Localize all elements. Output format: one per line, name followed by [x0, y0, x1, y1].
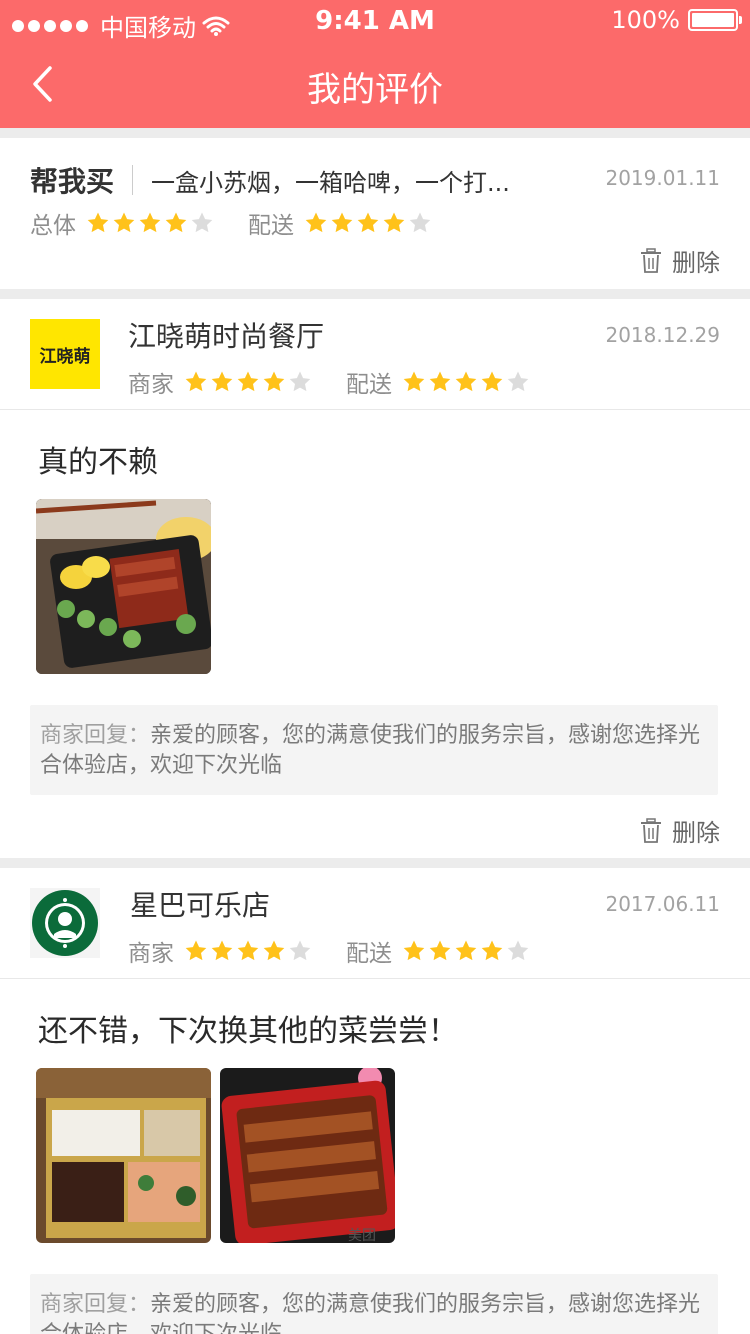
order-desc: 一盒小苏烟，一箱哈啤，一个打...	[151, 168, 510, 197]
star-icon	[454, 939, 478, 963]
merchant-reply: 商家回复：亲爱的顾客，您的满意使我们的服务宗旨，感谢您选择光合体验店，欢迎下次光…	[30, 705, 718, 795]
star-icon	[210, 939, 234, 963]
card-1-title-row: 帮我买 一盒小苏烟，一箱哈啤，一个打...	[30, 160, 510, 200]
trash-icon	[641, 817, 661, 843]
star-icon	[262, 939, 286, 963]
delete-label: 删除	[672, 819, 720, 847]
review-text: 真的不赖	[38, 445, 158, 480]
shop-name[interactable]: 江晓萌时尚餐厅	[128, 315, 324, 355]
review-text: 还不错，下次换其他的菜尝尝！	[38, 1014, 458, 1049]
bento-photo-image	[36, 1068, 211, 1243]
star-icon	[428, 939, 452, 963]
star-icon	[480, 370, 504, 394]
nav-bar: 我的评价	[0, 40, 750, 128]
star-icon	[402, 939, 426, 963]
review-date: 2017.06.11	[605, 892, 720, 916]
eel-rice-photo-image: 美团	[220, 1068, 395, 1243]
review-date: 2018.12.29	[605, 323, 720, 347]
rating-delivery-stars	[402, 370, 530, 394]
rating-overall-label: 总体	[30, 213, 76, 239]
page-title: 我的评价	[307, 70, 443, 110]
rating-delivery-label: 配送	[346, 941, 392, 967]
battery-percent: 100%	[611, 6, 680, 34]
card-2-rating-row: 商家 配送	[128, 365, 530, 399]
star-icon	[506, 370, 530, 394]
star-icon	[86, 211, 110, 235]
photo-watermark: 美团	[348, 1228, 376, 1243]
review-date: 2019.01.11	[605, 166, 720, 190]
rating-delivery-label: 配送	[248, 213, 294, 239]
star-icon	[262, 370, 286, 394]
delete-button[interactable]: 删除	[640, 813, 720, 848]
review-photo-1[interactable]	[36, 1068, 211, 1243]
star-icon	[184, 370, 208, 394]
review-card-2: 江晓萌 江晓萌时尚餐厅 2018.12.29 商家 配送 真的不赖 商家回复：亲…	[0, 299, 750, 858]
review-card-3: 星巴可乐店 2017.06.11 商家 配送 还不错，下次换其他的菜尝尝！ 美团…	[0, 868, 750, 1334]
header: 中国移动 9:41 AM 100% 我的评价	[0, 0, 750, 128]
merchant-reply: 商家回复：亲爱的顾客，您的满意使我们的服务宗旨，感谢您选择光合体验店，欢迎下次光…	[30, 1274, 718, 1334]
star-icon	[112, 211, 136, 235]
star-icon	[210, 370, 234, 394]
merchant-reply-label: 商家回复：	[40, 1292, 151, 1317]
star-icon	[288, 370, 312, 394]
shop-logo	[30, 888, 100, 958]
star-icon	[184, 939, 208, 963]
status-bar: 中国移动 9:41 AM 100%	[0, 0, 750, 42]
status-right: 100%	[611, 6, 742, 34]
star-icon	[288, 939, 312, 963]
star-icon	[480, 939, 504, 963]
rating-shop-stars	[184, 370, 312, 394]
star-icon	[402, 370, 426, 394]
shop-name[interactable]: 星巴可乐店	[130, 884, 270, 924]
delete-label: 删除	[672, 249, 720, 277]
screen: 中国移动 9:41 AM 100% 我的评价 帮我买 一盒小苏烟，一箱哈啤，一个…	[0, 0, 750, 1334]
shop-logo: 江晓萌	[30, 319, 100, 389]
card-1-rating-row: 总体 配送	[30, 206, 432, 240]
star-icon	[164, 211, 188, 235]
review-photo[interactable]	[36, 499, 211, 674]
title-separator	[132, 165, 134, 195]
merchant-reply-label: 商家回复：	[40, 723, 151, 748]
divider	[0, 978, 750, 979]
rating-shop-label: 商家	[128, 941, 174, 967]
star-icon	[304, 211, 328, 235]
star-icon	[382, 211, 406, 235]
review-card-1: 帮我买 一盒小苏烟，一箱哈啤，一个打... 2019.01.11 总体 配送 删…	[0, 138, 750, 289]
card-3-rating-row: 商家 配送	[128, 934, 530, 968]
food-photo-image	[36, 499, 211, 674]
star-icon	[356, 211, 380, 235]
star-icon	[236, 370, 260, 394]
battery-icon	[688, 9, 742, 31]
brand-label: 帮我买	[30, 165, 115, 198]
trash-icon	[641, 247, 661, 273]
star-icon	[330, 211, 354, 235]
rating-delivery-stars	[402, 939, 530, 963]
star-icon	[190, 211, 214, 235]
star-icon	[408, 211, 432, 235]
starbucks-logo-icon	[30, 888, 100, 958]
review-photo-2[interactable]: 美团	[220, 1068, 395, 1243]
star-icon	[428, 370, 452, 394]
rating-delivery-stars	[304, 211, 432, 235]
star-icon	[506, 939, 530, 963]
rating-overall-stars	[86, 211, 214, 235]
star-icon	[236, 939, 260, 963]
divider	[0, 409, 750, 410]
rating-delivery-label: 配送	[346, 372, 392, 398]
rating-shop-label: 商家	[128, 372, 174, 398]
rating-shop-stars	[184, 939, 312, 963]
star-icon	[138, 211, 162, 235]
delete-button[interactable]: 删除	[640, 243, 720, 278]
shop-logo-text: 江晓萌	[39, 346, 91, 367]
star-icon	[454, 370, 478, 394]
